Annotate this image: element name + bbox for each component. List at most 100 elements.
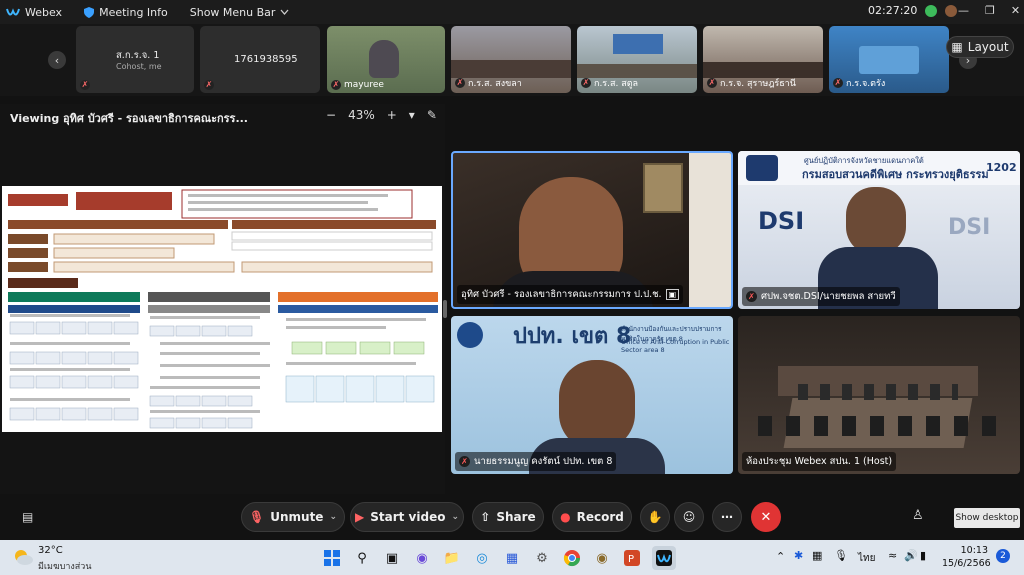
screen-share-icon: ▣ <box>665 289 680 300</box>
person-face <box>846 187 906 255</box>
chevron-down-icon <box>280 9 289 15</box>
bluetooth-icon[interactable]: ✱ <box>794 549 803 562</box>
portrait-frame <box>643 163 683 213</box>
weather-icon[interactable] <box>12 547 34 567</box>
muted-mic-icon[interactable]: 🎙 <box>834 549 848 562</box>
layout-icon: ▦ <box>951 40 963 54</box>
close-icon: ✕ <box>760 509 772 525</box>
muted-mic-icon: ✗ <box>581 78 591 88</box>
muted-mic-icon: ✗ <box>331 80 341 90</box>
thumbnail-name: ก.ร.ส. สงขลา <box>468 79 522 89</box>
zoom-out-button[interactable]: − <box>326 108 336 122</box>
chat-icon[interactable]: ◉ <box>410 546 434 570</box>
avatar[interactable] <box>945 4 958 17</box>
record-label: Record <box>576 510 624 524</box>
thumbnail-name: ก.ร.จ.ตรัง <box>846 79 886 89</box>
wall-shape <box>689 153 731 307</box>
pop-out-icon[interactable]: ▾ <box>409 108 415 122</box>
video-name-tag: ✗ นายธรรมนูญ คงรัตน์ ปปท. เขต 8 <box>455 452 617 471</box>
thumbnail-participant[interactable]: ส.ก.ร.จ. 1 Cohost, me ✗ <box>76 26 194 93</box>
captions-icon[interactable]: ▤ <box>22 510 33 524</box>
meeting-controls-bar: ▤ 🎙 Unmute ⌄ ▶ Start video ⌄ ⇧ Share ● R… <box>0 496 1024 540</box>
muted-mic-icon: 🎙 <box>249 510 265 524</box>
file-explorer-icon[interactable]: 📁 <box>440 546 464 570</box>
video-off-icon: ▶ <box>355 510 365 524</box>
task-view-icon[interactable]: ▣ <box>380 546 404 570</box>
topbar-right: 02:27:20 <box>868 4 958 17</box>
muted-mic-icon: ✗ <box>746 291 757 302</box>
splitter-handle[interactable] <box>443 300 447 318</box>
tray-icon[interactable]: ▦ <box>812 549 822 562</box>
muted-mic-icon: ✗ <box>459 456 470 467</box>
chevron-left-icon: ‹ <box>54 53 60 67</box>
thumbnail-participant[interactable]: ✗ ก.ร.ส. สตูล <box>577 26 697 93</box>
annotate-icon[interactable]: ✎ <box>427 108 437 122</box>
store-icon[interactable]: ▦ <box>500 546 524 570</box>
clock-date[interactable]: 15/6/2566 <box>942 558 991 569</box>
start-video-button[interactable]: ▶ Start video ⌄ <box>350 502 464 532</box>
thumbnail-participant[interactable]: 1761938595 ✗ <box>200 26 320 93</box>
webex-logo-icon <box>6 7 20 17</box>
weather-desc: มีเมฆบางส่วน <box>38 562 92 572</box>
wifi-icon[interactable]: ≈ <box>888 549 897 562</box>
chevron-up-icon[interactable]: ⌃ <box>776 550 785 563</box>
weather-temp: 32°C <box>38 545 63 556</box>
video-tile-active-speaker[interactable]: อุทิศ บัวศรี - รองเลขาธิการคณะกรรมการ ป.… <box>451 151 733 309</box>
webex-taskbar-icon[interactable] <box>652 546 676 570</box>
title-bar: Webex Meeting Info Show Menu Bar 02:27:2… <box>0 0 1024 24</box>
settings-icon[interactable]: ⚙ <box>530 546 554 570</box>
participant-name: นายธรรมนูญ คงรัตน์ ปปท. เขต 8 <box>474 456 613 467</box>
video-name-tag: ห้องประชุม Webex สปน. 1 (Host) <box>742 452 897 471</box>
unmute-button[interactable]: 🎙 Unmute ⌄ <box>241 502 345 532</box>
thumbnail-role: Cohost, me <box>116 62 162 71</box>
reactions-button[interactable]: ☺ <box>674 502 704 532</box>
notification-badge[interactable]: 2 <box>996 549 1010 563</box>
thumbnail-participant[interactable]: ✗ ก.ร.ส. สงขลา <box>451 26 571 93</box>
status-green-icon <box>925 4 938 17</box>
close-icon[interactable]: ✕ <box>1011 4 1020 17</box>
restore-icon[interactable]: ❐ <box>985 4 995 17</box>
raise-hand-button[interactable]: ✋ <box>640 502 670 532</box>
battery-icon[interactable]: ▮ <box>920 549 926 562</box>
muted-mic-icon: ✗ <box>833 78 843 88</box>
webex-menu[interactable]: Webex <box>6 6 62 19</box>
dsi-banner-title: กรมสอบสวนคดีพิเศษ กระทรวงยุติธรรม <box>802 168 989 181</box>
show-menu-bar-button[interactable]: Show Menu Bar <box>190 6 290 19</box>
meeting-info-label: Meeting Info <box>99 5 168 19</box>
edge-icon[interactable]: ◎ <box>470 546 494 570</box>
start-menu-icon[interactable] <box>320 546 344 570</box>
thumbnail-name: ก.ร.ส. สตูล <box>594 79 639 89</box>
video-tile[interactable]: ปปท. เขต 8 สำนักงานป้องกันและปราบปรามการ… <box>451 316 733 474</box>
app-icon[interactable]: ◉ <box>590 546 614 570</box>
chrome-icon[interactable] <box>560 546 584 570</box>
video-tile[interactable]: ศูนย์ปฏิบัติการจังหวัดชายแดนภาคใต้ กรมสอ… <box>738 151 1020 309</box>
clock-time[interactable]: 10:13 <box>942 545 988 556</box>
thumbnail-name: ส.ก.ร.จ. 1 <box>116 50 160 61</box>
muted-mic-icon: ✗ <box>204 80 214 90</box>
video-tile[interactable]: ห้องประชุม Webex สปน. 1 (Host) <box>738 316 1020 474</box>
screen-shape <box>613 34 663 54</box>
leave-meeting-button[interactable]: ✕ <box>751 502 781 532</box>
viewing-label: Viewing อุทิศ บัวศรี - รองเลขาธิการคณะกร… <box>10 112 248 125</box>
thumbnail-participant[interactable]: ✗ mayuree <box>327 26 445 93</box>
shield-icon <box>84 6 95 18</box>
more-options-button[interactable]: ⋯ <box>712 502 742 532</box>
minimize-icon[interactable]: — <box>958 4 969 17</box>
strip-prev-button[interactable]: ‹ <box>48 51 66 69</box>
powerpoint-icon[interactable]: P <box>620 546 644 570</box>
input-language[interactable]: ไทย <box>858 551 875 566</box>
zoom-in-button[interactable]: + <box>387 108 397 122</box>
record-button[interactable]: ● Record <box>552 502 632 532</box>
search-icon[interactable]: ⚲ <box>350 546 374 570</box>
attendees-row <box>798 384 958 400</box>
thumbnail-participant[interactable]: ✗ ก.ร.จ. สุราษฎร์ธานี <box>703 26 823 93</box>
layout-button[interactable]: ▦ Layout <box>946 36 1014 58</box>
participants-icon[interactable]: ♙ <box>912 508 924 523</box>
share-button[interactable]: ⇧ Share <box>472 502 544 532</box>
person-silhouette <box>369 40 399 78</box>
meeting-info-button[interactable]: Meeting Info <box>84 6 168 19</box>
volume-icon[interactable]: 🔊 <box>904 549 918 562</box>
thumbnail-participant[interactable]: ✗ ก.ร.จ.ตรัง <box>829 26 949 93</box>
zoom-level: 43% <box>348 108 375 122</box>
chevron-down-icon: ⌄ <box>451 512 459 522</box>
